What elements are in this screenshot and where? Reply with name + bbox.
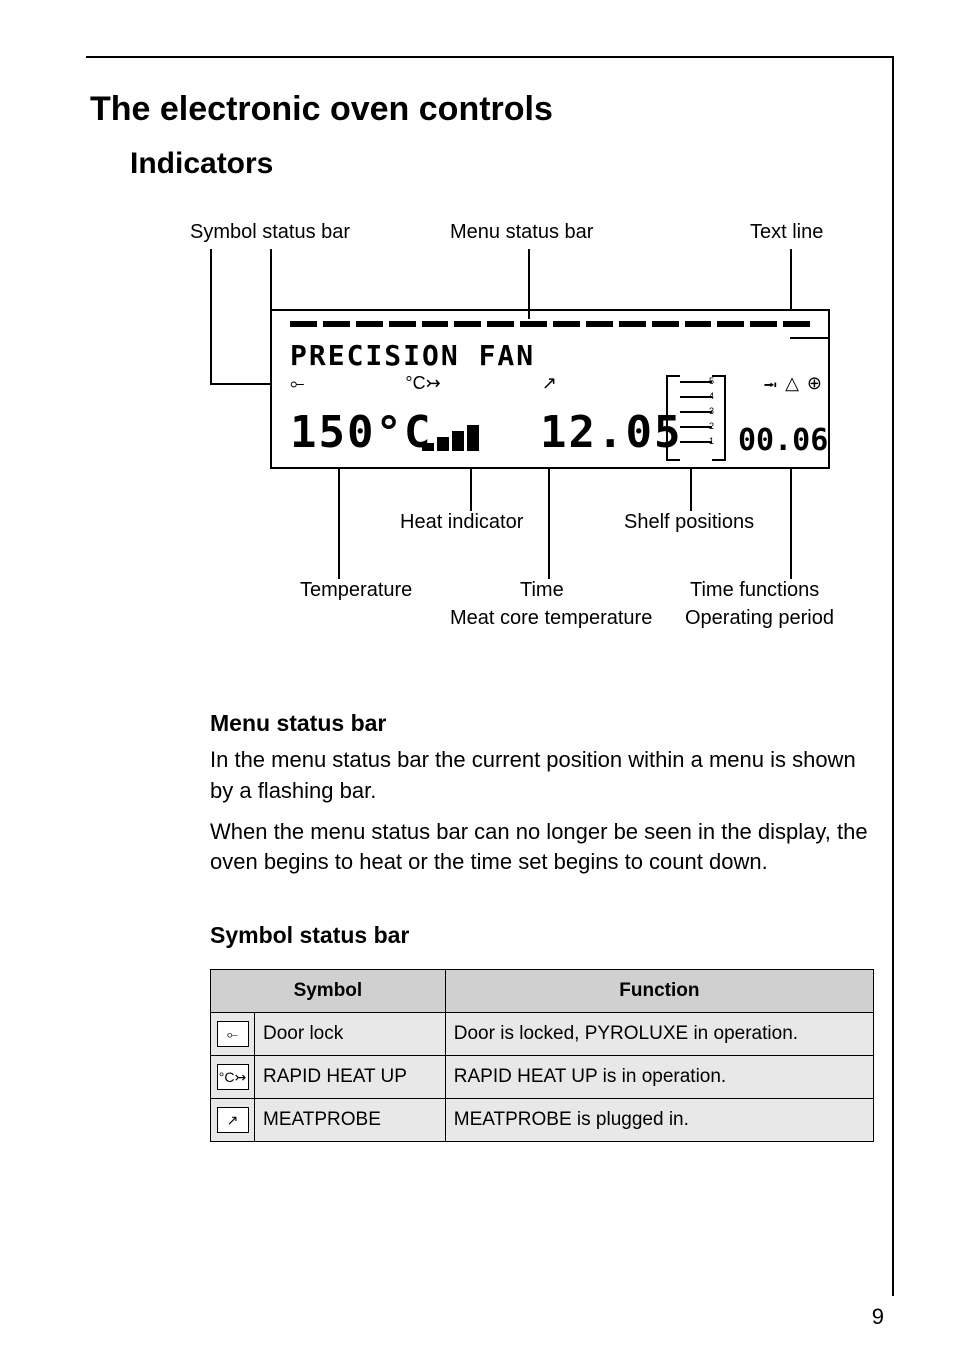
door-lock-icon: ⟜ — [217, 1021, 249, 1047]
connector-line — [270, 249, 272, 309]
connector-line — [790, 249, 792, 309]
label-symbol-status-bar: Symbol status bar — [190, 221, 350, 244]
table-header-symbol: Symbol — [211, 970, 446, 1013]
end-time-icon: ⭲ — [763, 373, 777, 403]
label-temperature: Temperature — [300, 579, 412, 602]
heat-indicator-bars — [422, 425, 479, 451]
shelf-position-indicator: 5 4 3 2 1 — [666, 375, 726, 461]
label-operating-period: Operating period — [685, 607, 834, 630]
display-diagram: Symbol status bar Menu status bar Text l… — [130, 221, 874, 666]
rapid-heat-icon: °C↣ — [217, 1064, 249, 1090]
heading-menu-status-bar: Menu status bar — [210, 710, 874, 737]
symbol-function: RAPID HEAT UP is in operation. — [445, 1056, 873, 1099]
page-number: 9 — [872, 1304, 884, 1330]
section-title: Indicators — [130, 147, 874, 181]
table-row: ⟜ Door lock Door is locked, PYROLUXE in … — [211, 1013, 874, 1056]
table-row: ↗ MEATPROBE MEATPROBE is plugged in. — [211, 1099, 874, 1142]
label-shelf-positions: Shelf positions — [624, 511, 754, 534]
symbol-function: MEATPROBE is plugged in. — [445, 1099, 873, 1142]
connector-line — [470, 469, 472, 511]
label-text-line: Text line — [750, 221, 823, 244]
heading-symbol-status-bar: Symbol status bar — [210, 922, 874, 949]
label-heat-indicator: Heat indicator — [400, 511, 523, 534]
clock-icon: ⊕ — [807, 373, 822, 403]
connector-line — [210, 383, 270, 385]
bell-icon: △ — [785, 373, 799, 403]
label-meat-core-temperature: Meat core temperature — [450, 607, 652, 630]
table-row: °C↣ RAPID HEAT UP RAPID HEAT UP is in op… — [211, 1056, 874, 1099]
connector-line — [548, 469, 550, 579]
paragraph: When the menu status bar can no longer b… — [210, 817, 874, 879]
symbol-function: Door is locked, PYROLUXE in operation. — [445, 1013, 873, 1056]
meatprobe-icon: ↗ — [542, 373, 557, 394]
display-operating-period: 00.06 — [738, 423, 822, 458]
symbol-name: MEATPROBE — [255, 1099, 446, 1142]
connector-line — [210, 249, 212, 384]
symbol-status-row: ⟜ °C↣ ↗ — [290, 373, 597, 394]
rapid-heat-icon: °C↣ — [405, 373, 440, 394]
display-mode-text: PRECISION FAN — [290, 339, 535, 372]
symbol-name: RAPID HEAT UP — [255, 1056, 446, 1099]
table-header-function: Function — [445, 970, 873, 1013]
menu-status-bar-segments — [290, 321, 810, 333]
connector-line — [690, 469, 692, 511]
paragraph: In the menu status bar the current posit… — [210, 745, 874, 807]
meatprobe-icon: ↗ — [217, 1107, 249, 1133]
connector-line — [790, 469, 792, 579]
symbol-name: Door lock — [255, 1013, 446, 1056]
label-time-functions: Time functions — [690, 579, 819, 602]
connector-line — [338, 469, 340, 579]
oven-display: PRECISION FAN ⟜ °C↣ ↗ 150°C 12.05 5 4 3 … — [270, 309, 830, 469]
time-functions-area: ⭲ △ ⊕ 00.06 — [738, 373, 822, 463]
page-content: The electronic oven controls Indicators … — [90, 90, 874, 1142]
display-temperature: 150°C — [290, 407, 432, 458]
page-title: The electronic oven controls — [90, 90, 874, 129]
door-lock-icon: ⟜ — [290, 373, 304, 394]
body-text: Menu status bar In the menu status bar t… — [210, 710, 874, 1142]
display-clock: 12.05 — [540, 407, 682, 458]
label-time: Time — [520, 579, 564, 602]
symbol-table: Symbol Function ⟜ Door lock Door is lock… — [210, 969, 874, 1142]
label-menu-status-bar: Menu status bar — [450, 221, 593, 244]
